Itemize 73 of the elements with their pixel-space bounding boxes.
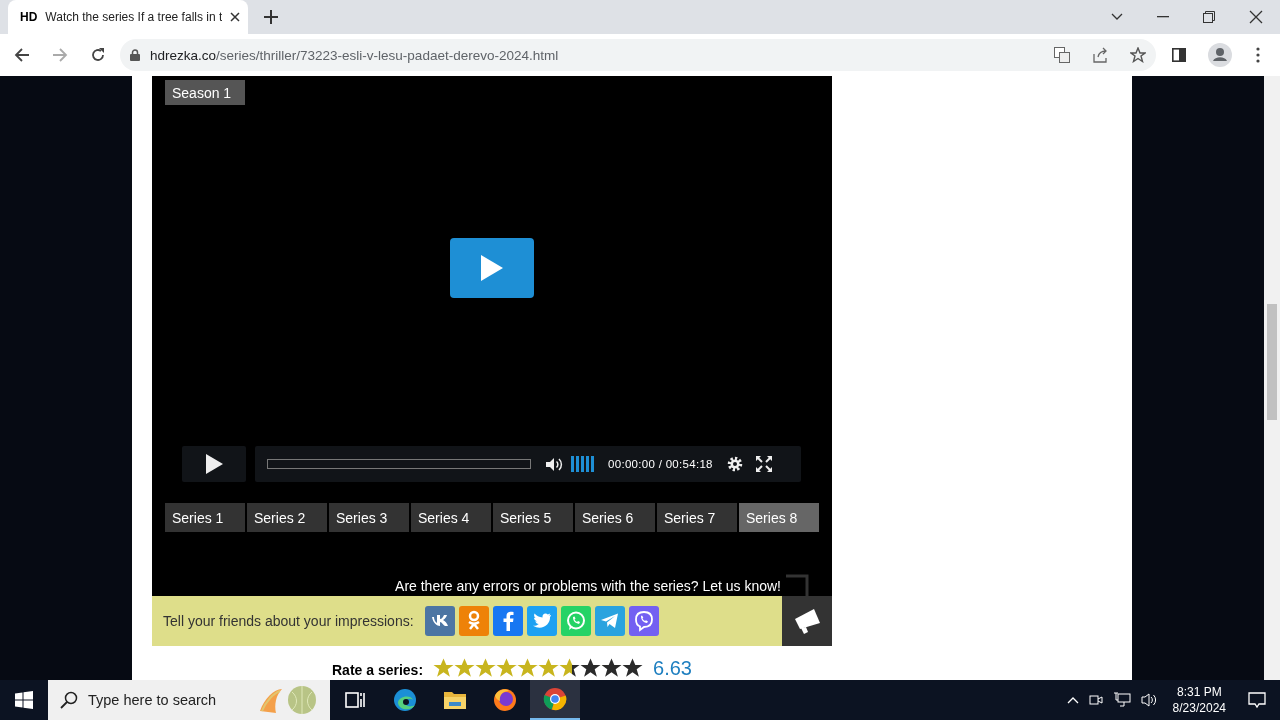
- play-button[interactable]: [182, 446, 246, 482]
- taskbar-search[interactable]: Type here to search: [48, 680, 330, 720]
- share-icon[interactable]: [1092, 47, 1108, 63]
- star-icon[interactable]: [454, 658, 476, 678]
- settings-icon[interactable]: [726, 456, 743, 472]
- profile-icon[interactable]: [1208, 43, 1232, 67]
- fullscreen-icon[interactable]: [755, 456, 772, 472]
- episode-tab[interactable]: Series 7: [657, 503, 737, 532]
- time-display: 00:00:00 / 00:54:18: [608, 458, 713, 470]
- close-icon[interactable]: [230, 12, 240, 22]
- play-icon: [481, 255, 503, 282]
- firefox-icon[interactable]: [493, 688, 517, 712]
- minimize-icon[interactable]: [1157, 16, 1169, 18]
- vk-share-icon[interactable]: [424, 606, 455, 636]
- chrome-icon[interactable]: [543, 687, 567, 711]
- megaphone-icon: [792, 607, 822, 635]
- star-icon[interactable]: [580, 658, 602, 678]
- more-options-icon[interactable]: [1256, 47, 1260, 63]
- search-icon: [60, 691, 78, 709]
- close-icon[interactable]: [1249, 10, 1263, 24]
- volume-icon[interactable]: [1140, 693, 1157, 707]
- search-placeholder: Type here to search: [88, 692, 218, 708]
- season-button[interactable]: Season 1: [165, 80, 245, 106]
- episode-tab[interactable]: Series 1: [165, 503, 245, 532]
- new-tab-icon[interactable]: [264, 10, 278, 24]
- play-icon: [205, 454, 223, 474]
- chevron-down-icon[interactable]: [1111, 13, 1123, 21]
- episode-tab[interactable]: Series 6: [575, 503, 655, 532]
- side-panel-icon[interactable]: [1172, 48, 1186, 62]
- share-label: Tell your friends about your impressions:: [163, 613, 414, 629]
- tab-title: Watch the series If a tree falls in t: [45, 10, 222, 24]
- translate-icon[interactable]: [1054, 47, 1070, 63]
- episode-tab[interactable]: Series 4: [411, 503, 491, 532]
- rating-label: Rate a series:: [332, 662, 424, 678]
- network-icon[interactable]: [1112, 692, 1131, 708]
- reload-icon[interactable]: [90, 47, 106, 63]
- episode-tab[interactable]: Series 3: [329, 503, 409, 532]
- volume-slider[interactable]: [571, 456, 594, 472]
- report-button[interactable]: [782, 596, 832, 646]
- star-icon[interactable]: [517, 658, 539, 678]
- windows-icon[interactable]: [15, 691, 33, 709]
- episode-tab[interactable]: Series 8: [739, 503, 819, 532]
- rating-score: 6.63: [653, 658, 692, 678]
- address-bar[interactable]: hdrezka.co/series/thriller/73223-esli-v-lesu-padaet-derevo-2024.html: [120, 39, 1156, 71]
- viber-share-icon[interactable]: [628, 606, 659, 636]
- ok-share-icon[interactable]: [458, 606, 489, 636]
- star-icon[interactable]: [601, 658, 623, 678]
- facebook-share-icon[interactable]: [492, 606, 523, 636]
- star-icon[interactable]: [433, 658, 455, 678]
- report-link[interactable]: Are there any errors or problems with the series? Let us know!: [152, 576, 781, 596]
- site-favicon: HD: [20, 10, 38, 24]
- episode-tab[interactable]: Series 5: [493, 503, 573, 532]
- star-icon[interactable]: [538, 658, 560, 678]
- star-icon[interactable]: [496, 658, 518, 678]
- edge-icon[interactable]: [393, 688, 417, 712]
- notification-icon[interactable]: [1248, 691, 1266, 709]
- lock-icon: [130, 49, 140, 61]
- star-icon[interactable]: [475, 658, 497, 678]
- taskbar-clock[interactable]: 8:31 PM 8/23/2024: [1172, 684, 1226, 716]
- volume-icon[interactable]: [546, 456, 563, 472]
- back-icon[interactable]: [14, 47, 30, 63]
- restore-icon[interactable]: [1203, 11, 1215, 23]
- bracket-line: [786, 574, 810, 596]
- url-text: hdrezka.co/series/thriller/73223-esli-v-lesu-padaet-derevo-2024.html: [150, 47, 559, 63]
- chevron-up-icon[interactable]: [1066, 696, 1079, 704]
- star-icon[interactable]: [622, 658, 644, 678]
- telegram-share-icon[interactable]: [594, 606, 625, 636]
- star-icon[interactable]: [1130, 47, 1146, 63]
- camera-icon[interactable]: [1088, 692, 1103, 708]
- episode-tab[interactable]: Series 2: [247, 503, 327, 532]
- browser-tab[interactable]: HD Watch the series If a tree falls in t: [8, 0, 248, 34]
- star-icon[interactable]: [559, 658, 581, 678]
- twitter-share-icon[interactable]: [526, 606, 557, 636]
